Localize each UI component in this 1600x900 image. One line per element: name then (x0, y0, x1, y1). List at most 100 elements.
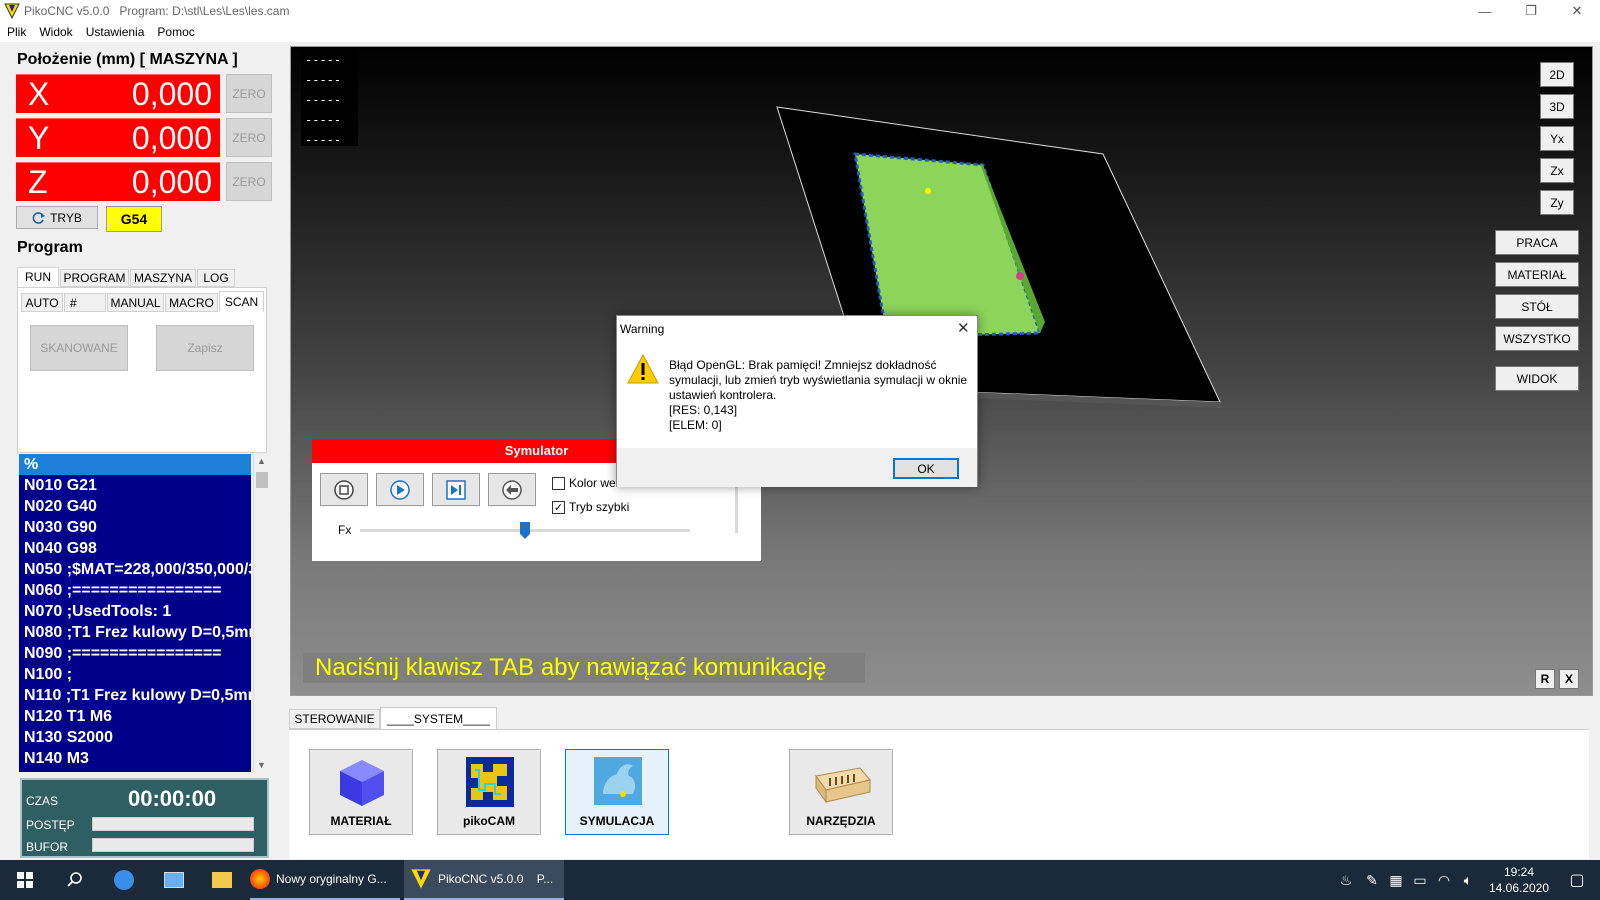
vertical-slider[interactable] (735, 483, 738, 533)
menu-pomoc[interactable]: Pomoc (150, 22, 200, 39)
firefox-taskbar-item[interactable]: Nowy oryginalny G... (250, 860, 400, 900)
tray-app-icon[interactable]: ✎ (1362, 860, 1382, 900)
tab-system[interactable]: ____SYSTEM____ (380, 707, 497, 729)
save-button[interactable]: Zapisz (156, 325, 254, 371)
scanned-button[interactable]: SKANOWANE (30, 325, 128, 371)
progress-label: POSTĘP (26, 818, 75, 832)
close-icon[interactable]: ✕ (1554, 0, 1600, 22)
gcode-line[interactable]: N130 S2000 (19, 727, 251, 748)
step-button[interactable] (432, 473, 480, 506)
windows-tray-icon[interactable]: ▦ (1386, 860, 1406, 900)
battery-icon[interactable]: ▭ (1410, 860, 1430, 900)
buffer-label: BUFOR (26, 840, 68, 854)
speed-slider[interactable] (360, 522, 690, 539)
gcode-line[interactable]: N110 ;T1 Frez kulowy D=0,5mm (19, 685, 251, 706)
steam-tray-icon[interactable]: ♨ (1336, 860, 1356, 900)
dialog-close-icon[interactable]: ✕ (957, 319, 970, 337)
gcode-line[interactable]: N070 ;UsedTools: 1 (19, 601, 251, 622)
gcode-line[interactable]: N050 ;$MAT=228,000/350,000/3 (19, 559, 251, 580)
subtab-scan[interactable]: SCAN (219, 291, 264, 312)
color-checkbox[interactable] (552, 476, 565, 490)
windows-start-icon[interactable] (10, 860, 40, 900)
tab-maszyna[interactable]: MASZYNA (130, 269, 196, 287)
minimize-icon[interactable]: — (1462, 0, 1508, 22)
zero-z-button[interactable]: ZERO (226, 162, 272, 201)
fast-mode-checkbox[interactable]: ✓ (552, 500, 565, 514)
x-button[interactable]: X (1559, 669, 1579, 689)
view-zx-button[interactable]: Zx (1540, 158, 1574, 183)
pikocnc-logo-icon (411, 869, 431, 889)
view-2d-button[interactable]: 2D (1540, 62, 1574, 87)
gcode-line[interactable]: N100 ; (19, 664, 251, 685)
color-checkbox-row[interactable]: Kolor wed (552, 476, 622, 490)
pikocnc-taskbar-item[interactable]: PikoCNC v5.0.0 P... (404, 860, 564, 900)
rewind-button[interactable] (488, 473, 536, 506)
scroll-down-icon[interactable]: ▼ (257, 760, 266, 770)
mode-button[interactable]: TRYB (16, 206, 98, 229)
gcode-line[interactable]: N080 ;T1 Frez kulowy D=0,5mm (19, 622, 251, 643)
menu-widok[interactable]: Widok (32, 22, 78, 39)
clock[interactable]: 19:24 14.06.2020 (1484, 864, 1554, 896)
restore-icon[interactable]: ❐ (1508, 0, 1554, 22)
view-3d-button[interactable]: 3D (1540, 94, 1574, 119)
pikocam-icon (466, 757, 514, 807)
volume-icon[interactable]: 🔈︎ (1458, 860, 1478, 900)
stol-button[interactable]: STÓŁ (1495, 294, 1579, 319)
simulation-icon (594, 757, 642, 805)
gcode-line[interactable]: N040 G98 (19, 538, 251, 559)
praca-button[interactable]: PRACA (1495, 230, 1579, 255)
zero-x-button[interactable]: ZERO (226, 74, 272, 113)
tab-run[interactable]: RUN (17, 267, 59, 287)
tab-program[interactable]: PROGRAM (60, 269, 129, 287)
zero-y-button[interactable]: ZERO (226, 118, 272, 157)
wcs-badge[interactable]: G54 (106, 206, 162, 232)
warning-dialog: Warning ✕ Błąd OpenGL: Brak pamięci! Zmn… (616, 315, 978, 487)
gcode-line[interactable]: N030 G90 (19, 517, 251, 538)
simulation-tool-button[interactable]: SYMULACJA (565, 749, 669, 835)
file-explorer-icon[interactable] (206, 860, 238, 900)
fast-mode-row[interactable]: ✓ Tryb szybki (552, 500, 629, 514)
notifications-icon[interactable]: ▢ (1562, 860, 1592, 900)
subtab-manual[interactable]: MANUAL (107, 293, 164, 312)
gcode-line[interactable]: N060 ;================ (19, 580, 251, 601)
wszystko-button[interactable]: WSZYSTKO (1495, 326, 1579, 351)
gcode-line[interactable]: % (19, 454, 251, 475)
tools-tool-button[interactable]: NARZĘDZIA (789, 749, 893, 835)
time-label: CZAS (26, 794, 59, 808)
pikocam-tool-button[interactable]: pikoCAM (437, 749, 541, 835)
pikocnc-title: PikoCNC v5.0.0 P... (438, 872, 554, 886)
gcode-line[interactable]: N010 G21 (19, 475, 251, 496)
computer-app-icon[interactable] (158, 860, 190, 900)
reset-button[interactable]: R (1535, 669, 1555, 689)
material-tool-button[interactable]: MATERIAŁ (309, 749, 413, 835)
cube-icon (340, 760, 384, 806)
subtab-auto[interactable]: AUTO (21, 293, 63, 312)
gcode-line[interactable]: N140 M3 (19, 748, 251, 769)
widok-button[interactable]: WIDOK (1495, 366, 1579, 391)
tab-log[interactable]: LOG (197, 269, 235, 287)
search-icon[interactable] (60, 860, 90, 900)
scroll-up-icon[interactable]: ▲ (257, 456, 266, 466)
edge-browser-icon[interactable] (108, 860, 140, 900)
menu-ustawienia[interactable]: Ustawienia (79, 22, 151, 39)
dialog-message: Błąd OpenGL: Brak pamięci! Zmniejsz dokł… (669, 358, 968, 432)
subtab-macro[interactable]: MACRO (165, 293, 218, 312)
tab-sterowanie[interactable]: STEROWANIE (289, 709, 380, 729)
warning-icon (627, 354, 659, 384)
gcode-list[interactable]: % N010 G21 N020 G40 N030 G90 N040 G98 N0… (19, 454, 251, 772)
subtab-hash[interactable]: # (64, 293, 106, 312)
stop-button[interactable] (320, 473, 368, 506)
slider-thumb[interactable] (520, 522, 530, 539)
scroll-thumb[interactable] (256, 472, 268, 488)
gcode-scrollbar[interactable]: ▲ ▼ (253, 454, 269, 772)
gcode-line[interactable]: N120 T1 M6 (19, 706, 251, 727)
material-view-button[interactable]: MATERIAŁ (1495, 262, 1579, 287)
gcode-line[interactable]: N090 ;================ (19, 643, 251, 664)
play-button[interactable] (376, 473, 424, 506)
wifi-icon[interactable]: ◠ (1434, 860, 1454, 900)
gcode-line[interactable]: N020 G40 (19, 496, 251, 517)
menu-plik[interactable]: Plik (0, 22, 32, 39)
view-yx-button[interactable]: Yx (1540, 126, 1574, 151)
ok-button[interactable]: OK (893, 458, 959, 479)
view-zy-button[interactable]: Zy (1540, 190, 1574, 215)
